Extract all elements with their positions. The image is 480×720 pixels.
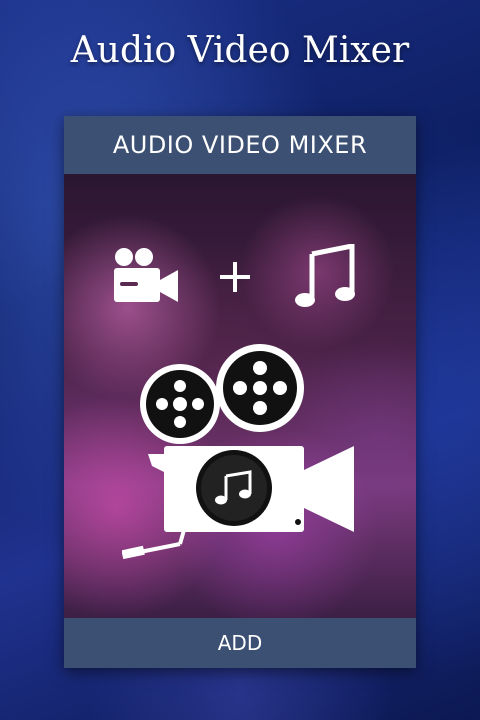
plus-icon [220,262,250,292]
card-header: AUDIO VIDEO MIXER [64,116,416,174]
app-title: Audio Video Mixer [70,30,410,71]
movie-projector-music-icon [122,344,354,560]
add-button[interactable]: ADD [64,618,416,668]
video-camera-icon [114,248,178,302]
card-body [64,174,416,618]
music-note-icon [295,244,355,307]
mixer-card: AUDIO VIDEO MIXER ADD [64,116,416,668]
